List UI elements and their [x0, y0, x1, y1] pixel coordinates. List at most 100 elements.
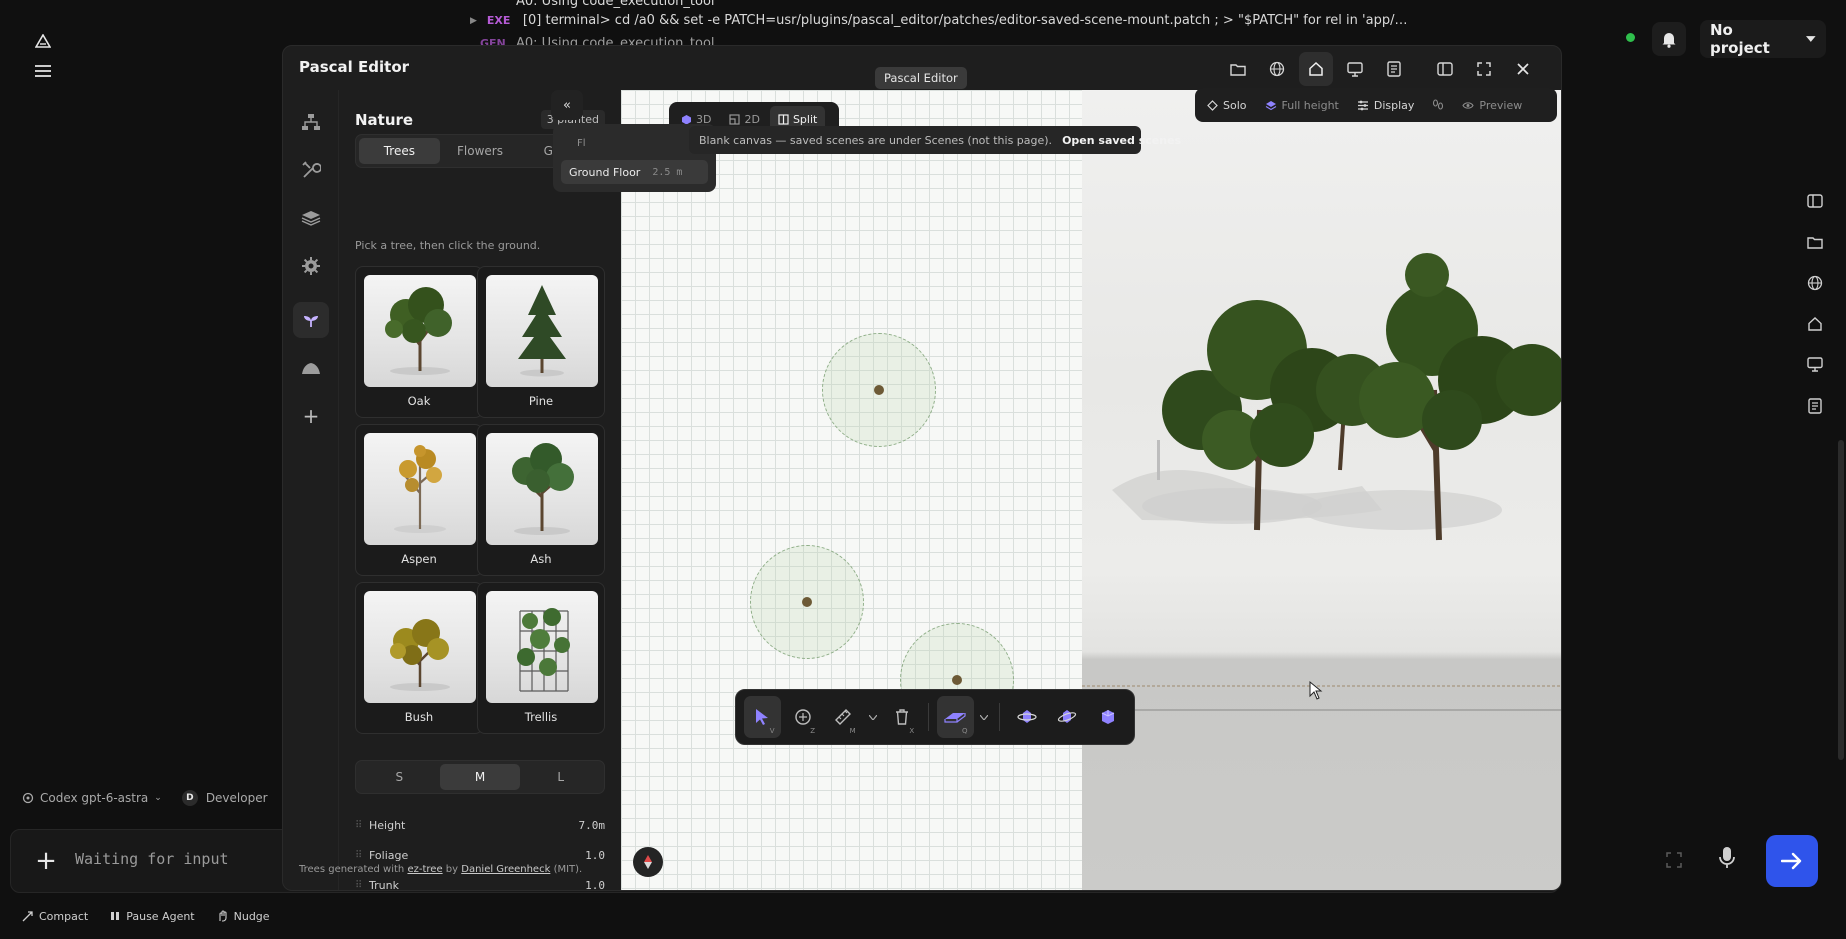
- home-icon[interactable]: [1299, 52, 1333, 86]
- full-height-button[interactable]: Full height: [1257, 92, 1347, 118]
- level-ground-floor[interactable]: Ground Floor 2.5 m: [561, 160, 708, 184]
- ash-tree-icon: [486, 433, 598, 545]
- footprints-button[interactable]: [1424, 92, 1452, 118]
- delete-tool[interactable]: X: [884, 696, 921, 738]
- compass-icon[interactable]: [633, 847, 663, 877]
- microphone-icon[interactable]: [1718, 846, 1736, 870]
- folder-icon[interactable]: [1796, 221, 1834, 262]
- agent-actions: Compact Pause Agent Nudge: [22, 905, 422, 927]
- size-m[interactable]: M: [439, 764, 521, 790]
- shortcut-key: Q: [962, 727, 968, 735]
- globe-icon[interactable]: [1796, 262, 1834, 303]
- tree-card-aspen[interactable]: Aspen: [355, 424, 483, 576]
- log-tag: EXE: [486, 14, 511, 27]
- orbit-tool[interactable]: [1008, 696, 1045, 738]
- tree-card-ash[interactable]: Ash: [477, 424, 605, 576]
- author-link[interactable]: Daniel Greenheck: [461, 864, 550, 875]
- tree-card-trellis[interactable]: Trellis: [477, 582, 605, 734]
- fullscreen-icon[interactable]: [1467, 52, 1501, 86]
- attach-plus-icon[interactable]: +: [31, 846, 61, 876]
- drag-grip-icon[interactable]: ⠿: [355, 820, 369, 831]
- tool-dock: V Z M X Q: [735, 689, 1135, 745]
- tree-card-bush[interactable]: Bush: [355, 582, 483, 734]
- globe-icon[interactable]: [1260, 52, 1294, 86]
- tools-icon[interactable]: [293, 152, 329, 188]
- sidebar-toggle-icon[interactable]: [1428, 52, 1462, 86]
- logo-icon[interactable]: [26, 24, 60, 58]
- compact-label: Compact: [39, 909, 89, 923]
- planted-tree-marker[interactable]: [822, 333, 936, 447]
- plan-view-2d[interactable]: [621, 90, 1082, 890]
- floor-slab-icon: [944, 713, 966, 723]
- monitor-icon[interactable]: [1338, 52, 1372, 86]
- display-button[interactable]: Display: [1349, 92, 1423, 118]
- add-plus-icon[interactable]: +: [293, 398, 329, 434]
- aspen-tree-icon: [364, 433, 476, 545]
- online-status-dot: [1626, 33, 1635, 42]
- menu-icon[interactable]: [26, 54, 60, 88]
- notes-icon[interactable]: [1377, 52, 1411, 86]
- ez-tree-link[interactable]: ez-tree: [407, 864, 442, 875]
- open-saved-scenes-link[interactable]: Open saved scenes: [1062, 134, 1181, 147]
- prop-label: Height: [369, 818, 406, 832]
- model-label: Codex gpt-6-astra: [40, 791, 149, 805]
- size-l[interactable]: L: [520, 764, 601, 790]
- measure-tool[interactable]: M: [825, 696, 862, 738]
- size-selector: S M L: [355, 760, 605, 794]
- size-s[interactable]: S: [359, 764, 440, 790]
- tree-label: Pine: [528, 394, 554, 408]
- pan-tool[interactable]: [1049, 696, 1086, 738]
- scrollbar[interactable]: [1838, 440, 1844, 760]
- settings-gear-icon[interactable]: [293, 248, 329, 284]
- height-property[interactable]: ⠿ Height 7.0m: [355, 814, 605, 836]
- nature-sprout-icon[interactable]: [293, 302, 329, 338]
- terrain-icon[interactable]: [293, 350, 329, 386]
- preview-label: Preview: [1479, 98, 1523, 112]
- hierarchy-icon[interactable]: [293, 104, 329, 140]
- expand-icon[interactable]: [1666, 852, 1682, 868]
- compact-button[interactable]: Compact: [22, 910, 88, 923]
- send-button[interactable]: [1766, 835, 1818, 887]
- shortcut-key: X: [909, 727, 915, 735]
- monitor-icon[interactable]: [1796, 344, 1834, 385]
- model-selector[interactable]: Codex gpt-6-astra ⌄: [22, 791, 162, 805]
- tab-trees[interactable]: Trees: [359, 138, 440, 164]
- profile-badge: D: [181, 790, 198, 806]
- floor-tool[interactable]: Q: [936, 696, 974, 738]
- drag-grip-icon[interactable]: ⠿: [355, 850, 369, 861]
- tree-card-oak[interactable]: Oak: [355, 266, 483, 418]
- camera-tool[interactable]: [1089, 696, 1126, 738]
- planted-tree-marker[interactable]: [750, 545, 864, 659]
- foliage-property[interactable]: ⠿ Foliage 1.0: [355, 844, 605, 866]
- box-select-tool[interactable]: Z: [785, 696, 822, 738]
- tree-label: Trellis: [524, 710, 558, 724]
- eye-icon: [1462, 101, 1475, 109]
- notes-icon[interactable]: [1796, 385, 1834, 426]
- nudge-button[interactable]: Nudge: [217, 910, 270, 923]
- pause-agent-button[interactable]: Pause Agent: [110, 910, 195, 923]
- profile-selector[interactable]: D Developer: [181, 790, 268, 806]
- solo-button[interactable]: Solo: [1199, 92, 1255, 118]
- preview-button[interactable]: Preview: [1454, 92, 1530, 118]
- select-tool[interactable]: V: [744, 696, 781, 738]
- chevron-down-icon[interactable]: [866, 714, 880, 720]
- notifications-bell-icon[interactable]: [1652, 22, 1686, 56]
- tab-flowers[interactable]: Flowers: [440, 138, 521, 164]
- drag-grip-icon[interactable]: ⠿: [355, 880, 369, 891]
- collapse-panel-button[interactable]: «: [551, 90, 583, 120]
- credit-prefix: Trees generated with: [299, 864, 405, 875]
- right-dock: [1796, 180, 1834, 426]
- chat-input[interactable]: Waiting for input: [75, 850, 229, 868]
- expand-arrow-icon[interactable]: ▶: [470, 16, 477, 26]
- materials-icon[interactable]: [293, 200, 329, 236]
- chevron-down-icon[interactable]: [978, 714, 992, 720]
- tree-card-pine[interactable]: Pine: [477, 266, 605, 418]
- close-icon[interactable]: [1506, 52, 1540, 86]
- folder-icon[interactable]: [1221, 52, 1255, 86]
- sidebar-toggle-icon[interactable]: [1796, 180, 1834, 221]
- scene-view-3d[interactable]: [1082, 90, 1561, 890]
- home-icon[interactable]: [1796, 303, 1834, 344]
- tooltip: Pascal Editor: [875, 67, 967, 89]
- project-selector[interactable]: No project: [1700, 20, 1826, 58]
- trunk-property[interactable]: ⠿ Trunk 1.0: [355, 874, 605, 891]
